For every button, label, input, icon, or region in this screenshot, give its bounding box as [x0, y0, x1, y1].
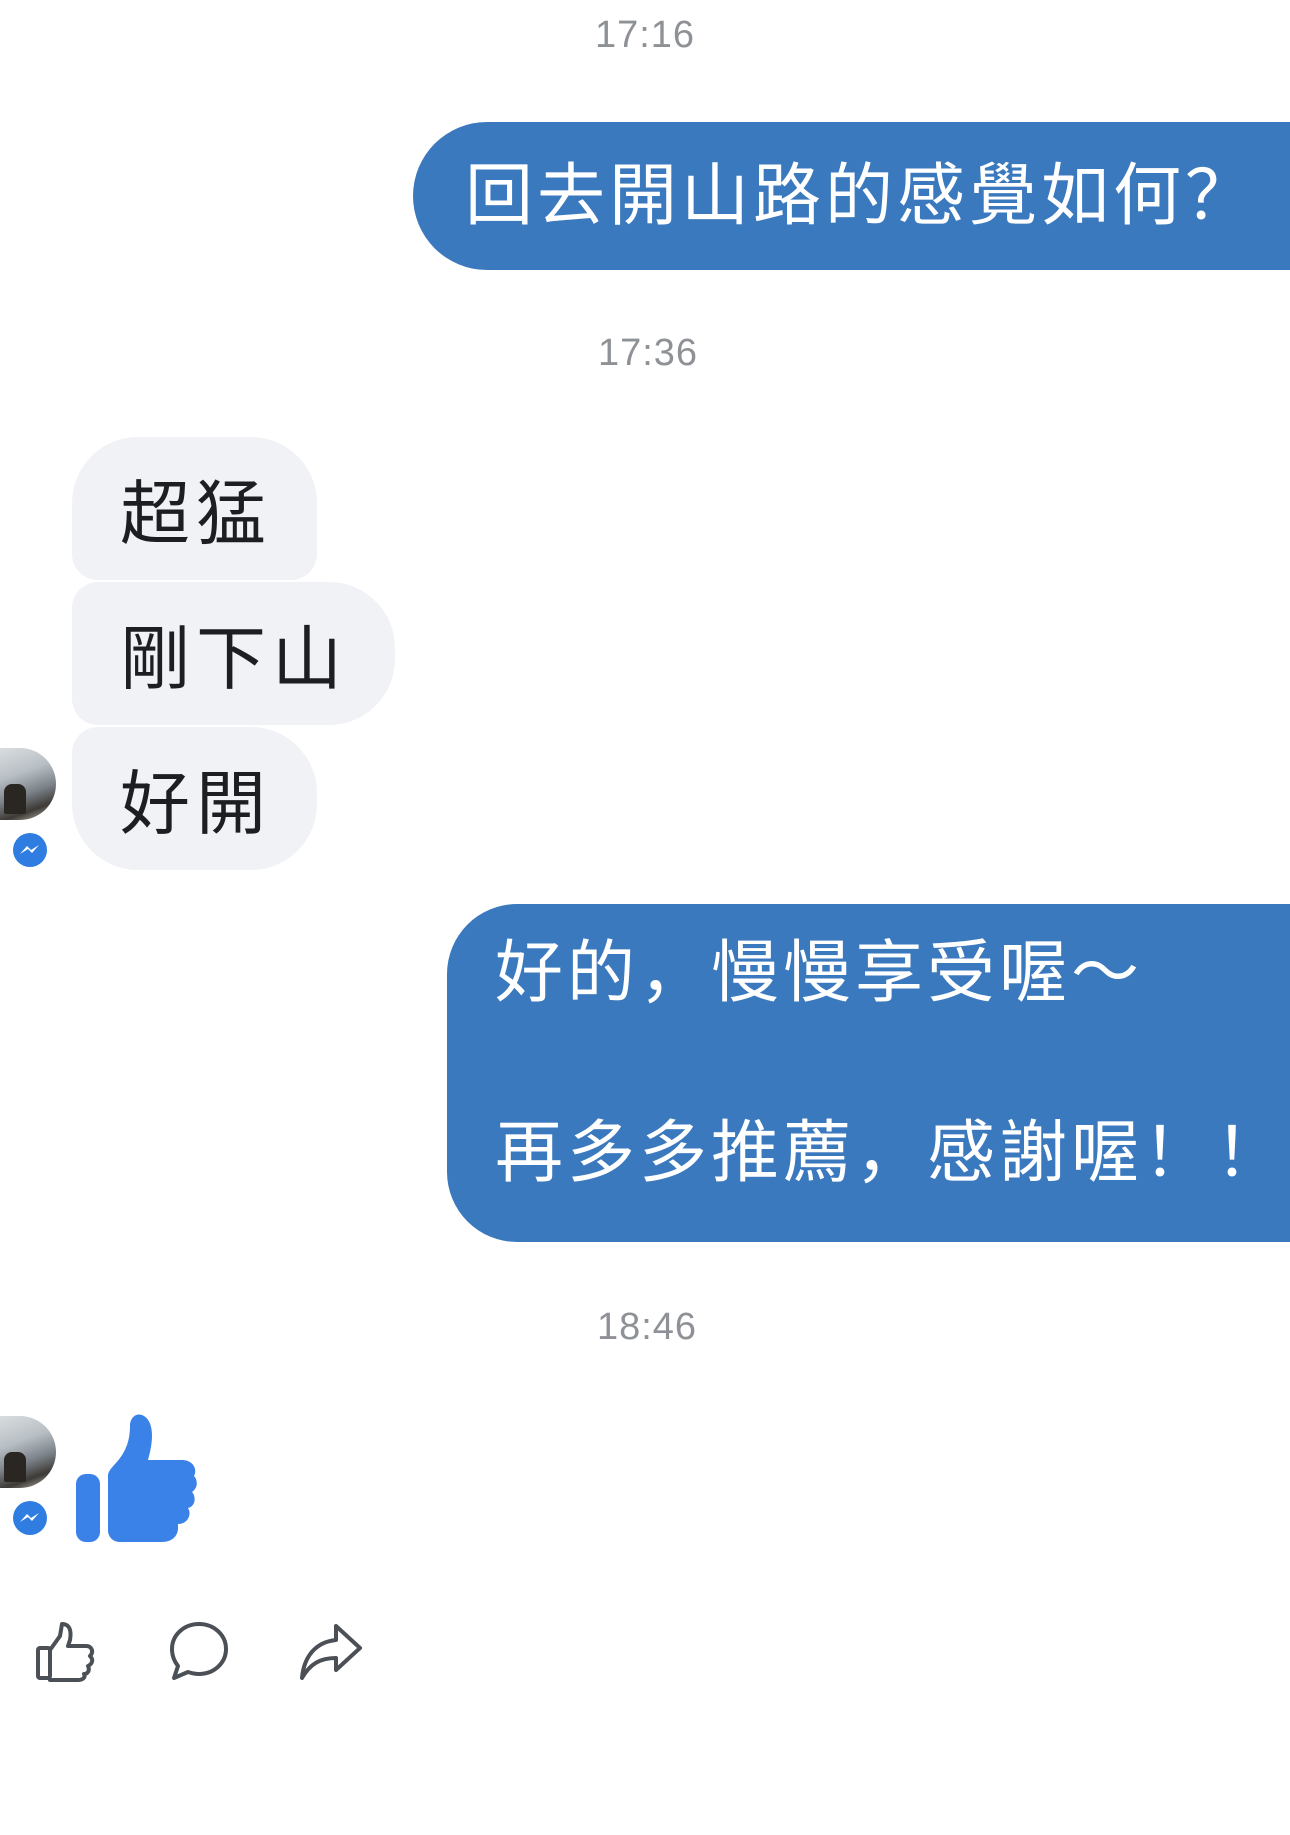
outgoing-message-bubble[interactable]: 回去開山路的感覺如何？ — [413, 122, 1290, 270]
incoming-message-bubble[interactable]: 超猛 — [72, 437, 317, 580]
timestamp-1716: 17:16 — [594, 14, 696, 56]
incoming-message-bubble[interactable]: 好開 — [72, 727, 317, 870]
timestamp-1736: 17:36 — [597, 332, 699, 374]
share-icon[interactable] — [298, 1618, 364, 1684]
messenger-icon — [8, 828, 52, 872]
messenger-icon — [8, 1496, 52, 1540]
timestamp-1846: 18:46 — [596, 1306, 698, 1348]
message-text: 剛下山 — [120, 618, 348, 700]
like-icon[interactable] — [32, 1618, 98, 1684]
message-text: 超猛 — [120, 473, 272, 555]
message-text-line-2: 再多多推薦，感謝喔！！ — [495, 1114, 1288, 1193]
message-text-line-1: 好的，慢慢享受喔～ — [495, 934, 1144, 1013]
message-text: 回去開山路的感覺如何？ — [465, 157, 1258, 236]
incoming-message-bubble[interactable]: 剛下山 — [72, 582, 395, 725]
contact-avatar[interactable] — [0, 748, 56, 820]
message-text: 好開 — [120, 763, 272, 845]
thumbs-up-icon — [74, 1412, 198, 1544]
outgoing-message-bubble[interactable]: 好的，慢慢享受喔～ 再多多推薦，感謝喔！！ — [447, 904, 1290, 1242]
contact-avatar[interactable] — [0, 1416, 56, 1488]
comment-icon[interactable] — [166, 1618, 232, 1684]
